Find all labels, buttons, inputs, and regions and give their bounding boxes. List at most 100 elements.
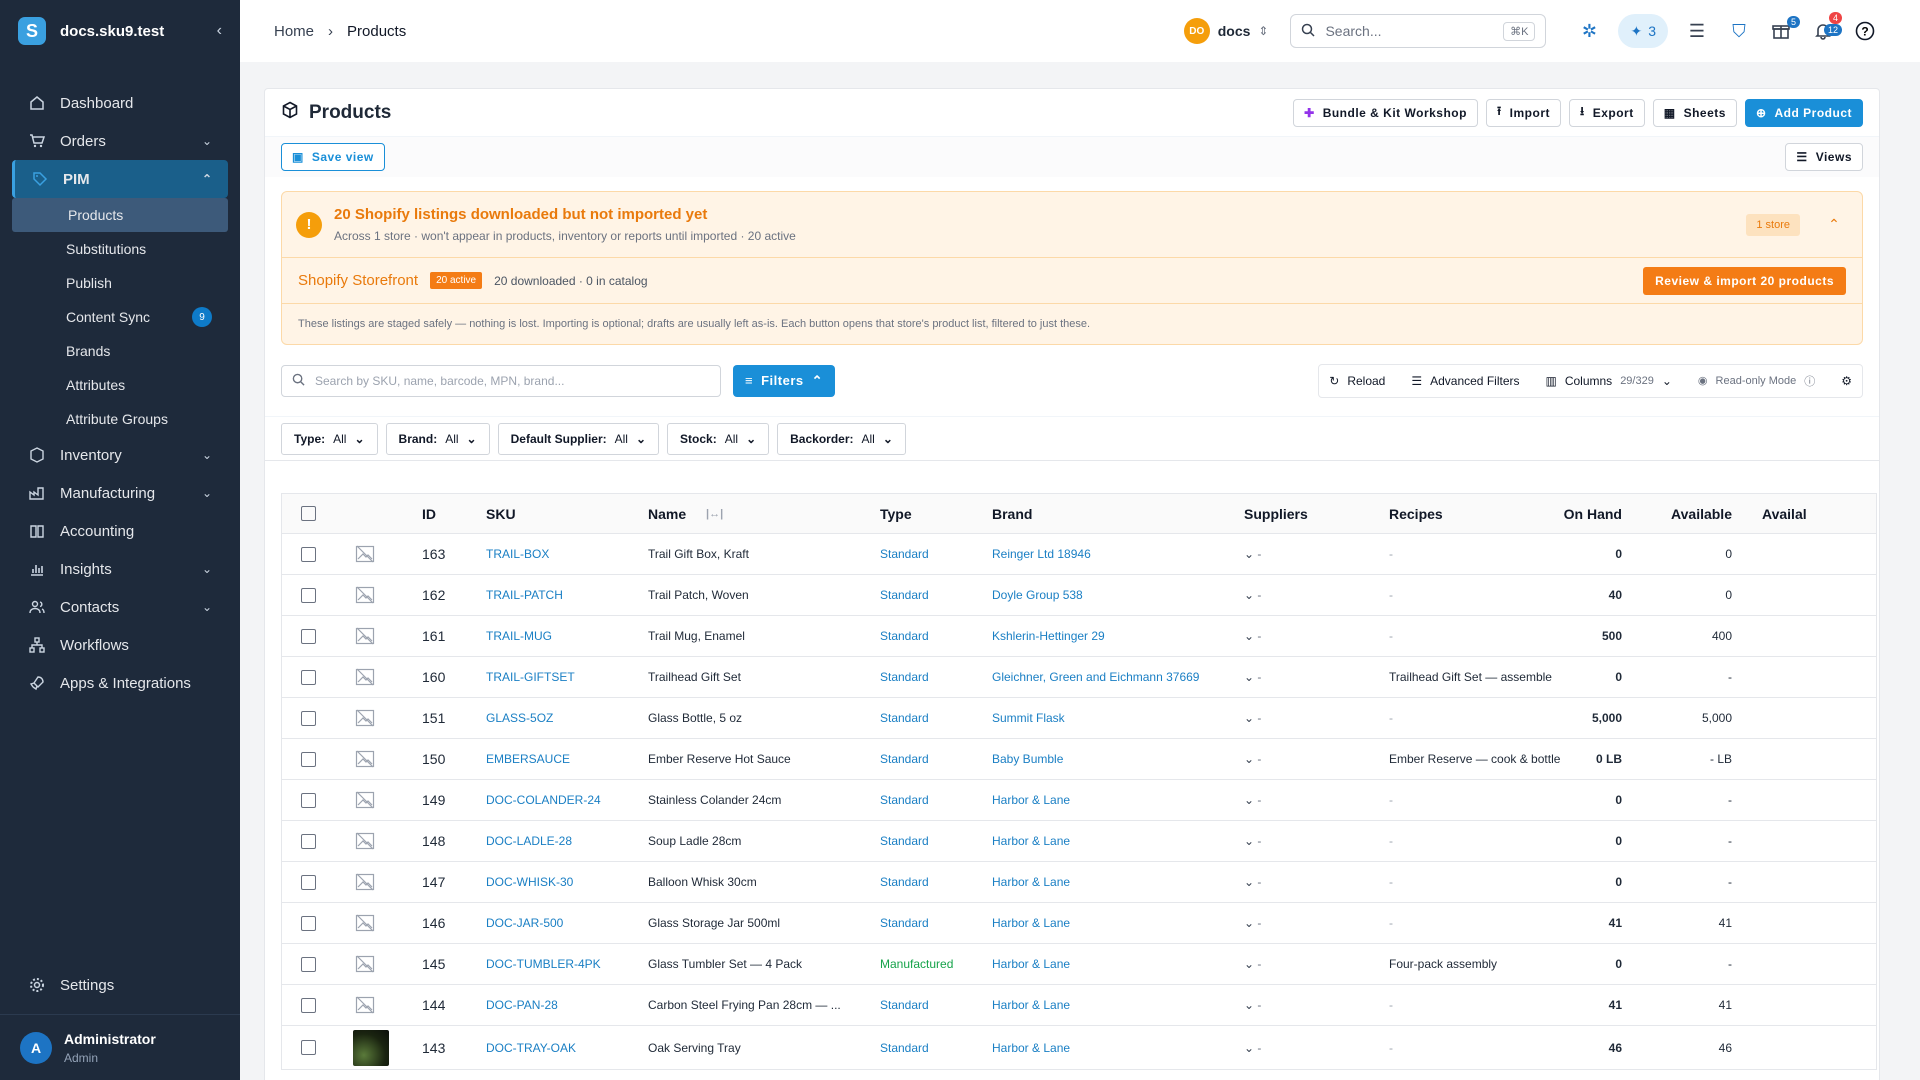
cell-suppliers[interactable]: ⌄ -: [1244, 957, 1261, 971]
cell-name[interactable]: Glass Storage Jar 500ml: [648, 916, 848, 930]
table-row[interactable]: 162 TRAIL-PATCH Trail Patch, Woven Standard…: [282, 575, 1876, 616]
header-available[interactable]: Available: [1632, 506, 1732, 522]
cell-brand[interactable]: Harbor & Lane: [992, 875, 1070, 889]
gift-icon[interactable]: 5: [1760, 14, 1802, 48]
advanced-filters-button[interactable]: ☰ Advanced Filters: [1411, 374, 1519, 388]
cell-brand[interactable]: Reinger Ltd 18946: [992, 547, 1091, 561]
cell-brand[interactable]: Harbor & Lane: [992, 834, 1070, 848]
save-view-button[interactable]: ▣ Save view: [281, 143, 385, 171]
reload-button[interactable]: ↻ Reload: [1329, 374, 1385, 388]
cell-type[interactable]: Standard: [880, 547, 929, 561]
cell-sku[interactable]: DOC-WHISK-30: [486, 875, 573, 889]
sidebar-item-orders[interactable]: Orders ⌄: [0, 122, 240, 160]
cell-name[interactable]: Trail Patch, Woven: [648, 588, 848, 602]
cell-brand[interactable]: Doyle Group 538: [992, 588, 1083, 602]
sidebar-item-workflows[interactable]: Workflows: [0, 626, 240, 664]
row-checkbox[interactable]: [301, 915, 316, 931]
help-icon[interactable]: ?: [1844, 14, 1886, 48]
sidebar-subitem-attributes[interactable]: Attributes: [0, 368, 240, 402]
workspace-switcher[interactable]: DO docs ⇕: [1183, 18, 1268, 44]
collapse-sidebar-icon[interactable]: ‹: [217, 22, 222, 40]
sidebar-item-inventory[interactable]: Inventory ⌄: [0, 436, 240, 474]
cell-brand[interactable]: Harbor & Lane: [992, 916, 1070, 930]
cell-type[interactable]: Standard: [880, 793, 929, 807]
row-checkbox[interactable]: [301, 956, 316, 972]
table-row[interactable]: 148 DOC-LADLE-28 Soup Ladle 28cm Standard Ha…: [282, 821, 1876, 862]
ai-assistant-button[interactable]: ✦ 3: [1618, 14, 1668, 48]
sidebar-item-settings[interactable]: Settings: [0, 966, 240, 1004]
header-recipes[interactable]: Recipes: [1389, 506, 1443, 522]
cell-name[interactable]: Trail Gift Box, Kraft: [648, 547, 848, 561]
cell-name[interactable]: Trailhead Gift Set: [648, 670, 848, 684]
cell-type[interactable]: Standard: [880, 711, 929, 725]
cell-suppliers[interactable]: ⌄ -: [1244, 588, 1261, 602]
cell-type[interactable]: Standard: [880, 875, 929, 889]
cell-sku[interactable]: DOC-LADLE-28: [486, 834, 572, 848]
cell-suppliers[interactable]: ⌄ -: [1244, 1041, 1261, 1055]
cell-suppliers[interactable]: ⌄ -: [1244, 916, 1261, 930]
cell-brand[interactable]: Baby Bumble: [992, 752, 1063, 766]
shield-icon[interactable]: ⛉: [1718, 14, 1760, 48]
row-checkbox[interactable]: [301, 587, 316, 603]
header-suppliers[interactable]: Suppliers: [1244, 506, 1308, 522]
cell-name[interactable]: Carbon Steel Frying Pan 28cm — ...: [648, 998, 848, 1012]
cell-brand[interactable]: Kshlerin-Hettinger 29: [992, 629, 1105, 643]
table-row[interactable]: 143 DOC-TRAY-OAK Oak Serving Tray Standard H…: [282, 1026, 1876, 1070]
row-checkbox[interactable]: [301, 628, 316, 644]
brand-filter-chip[interactable]: Brand: All ⌄: [385, 422, 490, 455]
cell-type[interactable]: Manufactured: [880, 957, 953, 971]
select-all-checkbox[interactable]: [301, 506, 316, 521]
cell-suppliers[interactable]: ⌄ -: [1244, 547, 1261, 561]
cell-brand[interactable]: Harbor & Lane: [992, 793, 1070, 807]
cell-sku[interactable]: TRAIL-PATCH: [486, 588, 563, 602]
header-brand[interactable]: Brand: [992, 506, 1032, 522]
sidebar-item-contacts[interactable]: Contacts ⌄: [0, 588, 240, 626]
cell-type[interactable]: Standard: [880, 1041, 929, 1055]
cell-type[interactable]: Standard: [880, 998, 929, 1012]
sidebar-subitem-content-sync[interactable]: Content Sync 9: [0, 300, 240, 334]
cell-type[interactable]: Standard: [880, 588, 929, 602]
cell-brand[interactable]: Gleichner, Green and Eichmann 37669: [992, 670, 1199, 684]
table-row[interactable]: 151 GLASS-5OZ Glass Bottle, 5 oz Standard Su…: [282, 698, 1876, 739]
row-checkbox[interactable]: [301, 792, 316, 808]
cell-name[interactable]: Trail Mug, Enamel: [648, 629, 848, 643]
table-row[interactable]: 161 TRAIL-MUG Trail Mug, Enamel Standard Ksh…: [282, 616, 1876, 657]
cell-suppliers[interactable]: ⌄ -: [1244, 875, 1261, 889]
supplier-filter-chip[interactable]: Default Supplier: All ⌄: [497, 422, 660, 455]
app-logo[interactable]: S: [18, 17, 46, 45]
table-row[interactable]: 160 TRAIL-GIFTSET Trailhead Gift Set Standa…: [282, 657, 1876, 698]
sidebar-item-insights[interactable]: Insights ⌄: [0, 550, 240, 588]
header-id[interactable]: ID: [422, 506, 436, 522]
global-search-input[interactable]: Search... ⌘K: [1290, 14, 1547, 48]
product-search-input[interactable]: Search by SKU, name, barcode, MPN, brand…: [281, 364, 721, 397]
row-checkbox[interactable]: [301, 997, 316, 1013]
sidebar-item-pim[interactable]: PIM ⌃: [12, 160, 228, 198]
stock-filter-chip[interactable]: Stock: All ⌄: [667, 422, 770, 455]
sheets-button[interactable]: ▦ Sheets: [1652, 98, 1737, 127]
cell-sku[interactable]: EMBERSAUCE: [486, 752, 570, 766]
row-checkbox[interactable]: [301, 546, 316, 562]
filters-button[interactable]: ≡ Filters ⌃: [733, 364, 836, 397]
row-checkbox[interactable]: [301, 833, 316, 849]
cell-sku[interactable]: TRAIL-BOX: [486, 547, 549, 561]
table-row[interactable]: 147 DOC-WHISK-30 Balloon Whisk 30cm Standar…: [282, 862, 1876, 903]
cell-type[interactable]: Standard: [880, 752, 929, 766]
tasks-icon[interactable]: ☰: [1676, 14, 1718, 48]
cell-sku[interactable]: TRAIL-MUG: [486, 629, 552, 643]
cell-brand[interactable]: Harbor & Lane: [992, 998, 1070, 1012]
cell-name[interactable]: Soup Ladle 28cm: [648, 834, 848, 848]
cell-type[interactable]: Standard: [880, 629, 929, 643]
add-product-button[interactable]: ⊕ Add Product: [1744, 98, 1863, 127]
table-row[interactable]: 144 DOC-PAN-28 Carbon Steel Frying Pan 28c…: [282, 985, 1876, 1026]
cell-brand[interactable]: Harbor & Lane: [992, 957, 1070, 971]
backorder-filter-chip[interactable]: Backorder: All ⌄: [777, 422, 906, 455]
header-name[interactable]: Name: [648, 506, 686, 522]
header-available-2[interactable]: Availal: [1762, 506, 1807, 522]
sidebar-subitem-attribute-groups[interactable]: Attribute Groups: [0, 402, 240, 436]
export-button[interactable]: ⭳ Export: [1569, 98, 1645, 127]
cell-suppliers[interactable]: ⌄ -: [1244, 752, 1261, 766]
cell-suppliers[interactable]: ⌄ -: [1244, 629, 1261, 643]
cell-type[interactable]: Standard: [880, 916, 929, 930]
cell-sku[interactable]: DOC-TRAY-OAK: [486, 1041, 576, 1055]
sidebar-item-dashboard[interactable]: Dashboard: [0, 84, 240, 122]
